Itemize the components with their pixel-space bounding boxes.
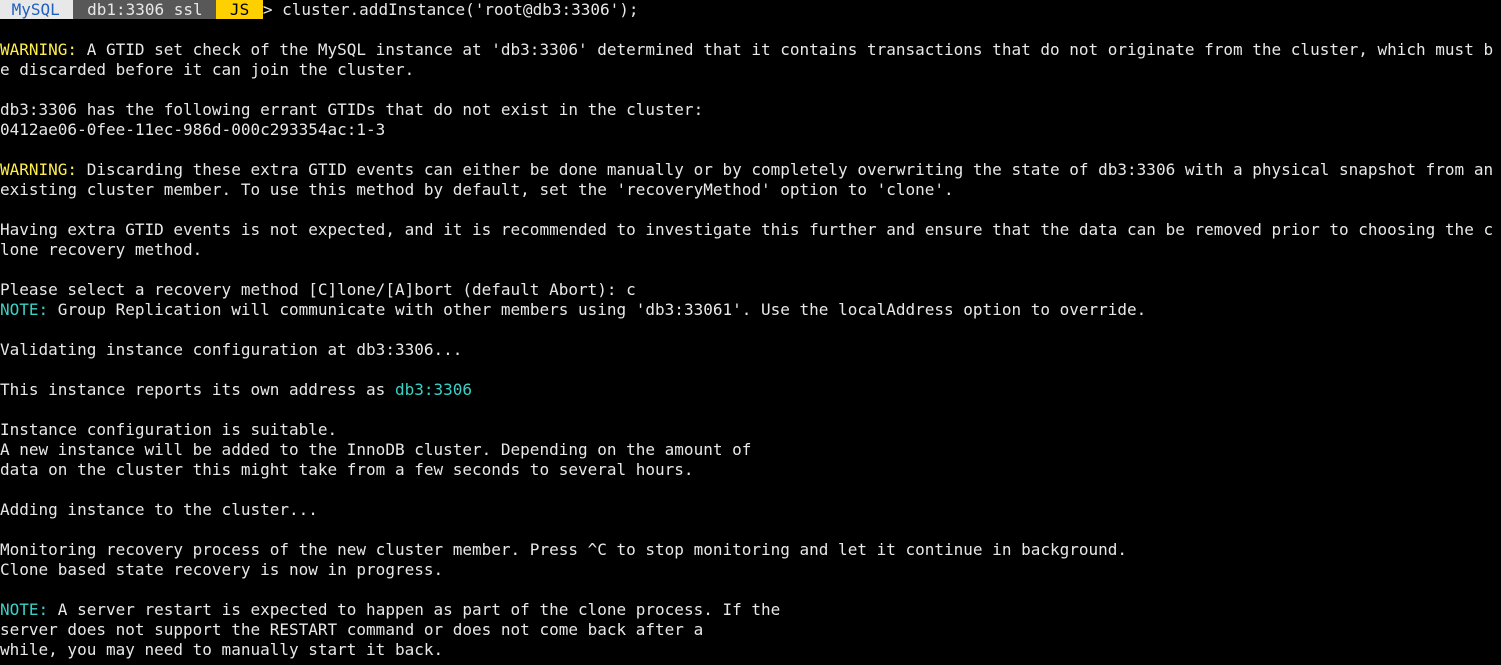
blank-line	[0, 580, 1501, 600]
new-instance-text: A new instance will be added to the Inno…	[0, 440, 751, 459]
monitoring-text: Monitoring recovery process of the new c…	[0, 540, 1127, 559]
prompt-mode-segment: JS	[216, 0, 263, 19]
prompt-host-segment: db1:3306 ssl	[73, 0, 216, 19]
restart-text: server does not support the RESTART comm…	[0, 620, 703, 639]
blank-line	[0, 20, 1501, 40]
blank-line	[0, 400, 1501, 420]
warning-label: WARNING:	[0, 40, 77, 59]
note-text: A server restart is expected to happen a…	[48, 600, 780, 619]
restart-text: while, you may need to manually start it…	[0, 640, 443, 659]
warning-text: A GTID set check of the MySQL instance a…	[0, 40, 1493, 79]
clone-state-text: Clone based state recovery is now in pro…	[0, 560, 443, 579]
blank-line	[0, 200, 1501, 220]
errant-gtid: 0412ae06-0fee-11ec-986d-000c293354ac:1-3	[0, 120, 385, 139]
new-instance-text: data on the cluster this might take from…	[0, 460, 694, 479]
errant-intro: db3:3306 has the following errant GTIDs …	[0, 100, 703, 119]
report-address: db3:3306	[395, 380, 472, 399]
warning-text: Discarding these extra GTID events can e…	[0, 160, 1501, 199]
blank-line	[0, 360, 1501, 380]
warning-label: WARNING:	[0, 160, 77, 179]
prompt-arrow: >	[263, 0, 273, 19]
command-text: cluster.addInstance('root@db3:3306');	[282, 0, 638, 19]
note-text: Group Replication will communicate with …	[48, 300, 1146, 319]
note-label: NOTE:	[0, 300, 48, 319]
blank-line	[0, 480, 1501, 500]
note-label: NOTE:	[0, 600, 48, 619]
recovery-method-prompt: Please select a recovery method [C]lone/…	[0, 280, 636, 299]
blank-line	[0, 520, 1501, 540]
report-address-pre: This instance reports its own address as	[0, 380, 395, 399]
extra-gtid-text: Having extra GTID events is not expected…	[0, 220, 1493, 259]
validating-text: Validating instance configuration at db3…	[0, 340, 462, 359]
blank-line	[0, 320, 1501, 340]
prompt: MySQL db1:3306 ssl JS >	[0, 0, 272, 19]
blank-line	[0, 140, 1501, 160]
blank-line	[0, 80, 1501, 100]
suitable-text: Instance configuration is suitable.	[0, 420, 337, 439]
prompt-mysql-segment: MySQL	[0, 0, 73, 19]
adding-instance-text: Adding instance to the cluster...	[0, 500, 318, 519]
terminal-output[interactable]: MySQL db1:3306 ssl JS > cluster.addInsta…	[0, 0, 1501, 660]
blank-line	[0, 260, 1501, 280]
